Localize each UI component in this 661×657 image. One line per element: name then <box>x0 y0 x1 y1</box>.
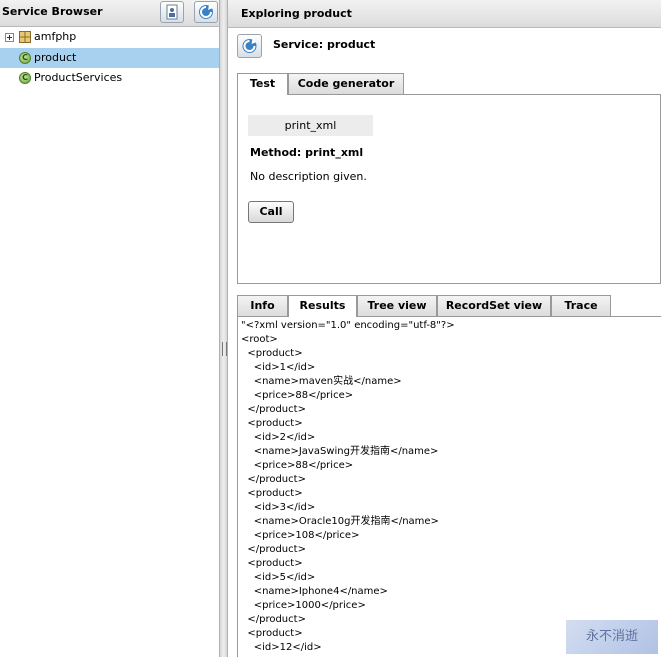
results-line: <root> <box>241 334 278 345</box>
results-line: <price>108</price> <box>253 530 360 541</box>
tree-item-amfphp[interactable]: amfphp <box>0 27 219 47</box>
results-line: <id>12</id> <box>253 642 322 653</box>
refresh-services-button[interactable] <box>194 1 218 23</box>
tree-item-product[interactable]: C product <box>0 48 219 68</box>
watermark-logo: 永不消逝 <box>566 620 658 654</box>
results-line: <price>88</price> <box>253 390 354 401</box>
splitter-grip[interactable] <box>222 342 227 356</box>
service-icon: C <box>19 52 31 64</box>
refresh-icon <box>199 5 213 19</box>
results-line: </product> <box>247 544 306 555</box>
tab-code-generator[interactable]: Code generator <box>288 73 404 94</box>
tab-recordset-view[interactable]: RecordSet view <box>437 295 551 316</box>
call-button[interactable]: Call <box>248 201 294 223</box>
results-line: <id>1</id> <box>253 362 316 373</box>
results-line: <name>Oracle10g开发指南</name> <box>253 516 439 527</box>
tree-item-label: ProductServices <box>34 71 123 84</box>
service-title: Service: product <box>273 38 376 51</box>
package-icon <box>19 31 31 43</box>
results-line: </product> <box>247 614 306 625</box>
results-line: <id>2</id> <box>253 432 316 443</box>
method-description: No description given. <box>250 170 367 183</box>
results-line: "<?xml version="1.0" encoding="utf-8"?> <box>241 320 455 331</box>
results-line: <product> <box>247 348 303 359</box>
results-line: <product> <box>247 558 303 569</box>
service-browser-header: Service Browser <box>0 0 219 27</box>
results-line: <price>1000</price> <box>253 600 366 611</box>
tab-tree-view[interactable]: Tree view <box>357 295 437 316</box>
refresh-icon <box>242 39 257 53</box>
tab-info[interactable]: Info <box>237 295 288 316</box>
results-line: <id>3</id> <box>253 502 316 513</box>
results-line: <id>5</id> <box>253 572 316 583</box>
results-line: <product> <box>247 418 303 429</box>
results-line: </product> <box>247 474 306 485</box>
lower-tabbar: Info Results Tree view RecordSet view Tr… <box>237 295 661 317</box>
service-browser-panel: Service Browser amfphp C product C Produ… <box>0 0 220 657</box>
tab-results[interactable]: Results <box>288 295 357 317</box>
results-line: <price>88</price> <box>253 460 354 471</box>
upper-tabbar: Test Code generator <box>237 73 661 95</box>
tree-item-label: product <box>34 51 77 64</box>
tab-trace[interactable]: Trace <box>551 295 611 316</box>
results-line: <name>JavaSwing开发指南</name> <box>253 446 439 457</box>
results-panel[interactable]: "<?xml version="1.0" encoding="utf-8"?> … <box>237 316 661 657</box>
service-icon: C <box>19 72 31 84</box>
results-line: <name>Iphone4</name> <box>253 586 388 597</box>
method-list-item[interactable]: print_xml <box>248 115 373 136</box>
service-refresh-button[interactable] <box>237 34 262 58</box>
results-line: <product> <box>247 628 303 639</box>
results-line: <product> <box>247 488 303 499</box>
panel-splitter[interactable] <box>219 0 228 657</box>
expand-icon[interactable] <box>5 33 14 42</box>
method-label: Method: print_xml <box>250 146 364 159</box>
results-line: <name>maven实战</name> <box>253 376 402 387</box>
service-browser-title: Service Browser <box>2 5 103 18</box>
user-info-icon <box>166 4 178 20</box>
tree-item-productservices[interactable]: C ProductServices <box>0 68 219 88</box>
explorer-panel: Exploring product Service: product Test … <box>228 0 661 657</box>
tab-test[interactable]: Test <box>237 73 288 95</box>
results-xml-output[interactable]: "<?xml version="1.0" encoding="utf-8"?> … <box>241 319 455 655</box>
tree-item-label: amfphp <box>34 30 77 43</box>
user-info-button[interactable] <box>160 1 184 23</box>
explorer-title: Exploring product <box>241 7 352 20</box>
results-line: </product> <box>247 404 306 415</box>
explorer-header: Exploring product <box>228 0 661 28</box>
